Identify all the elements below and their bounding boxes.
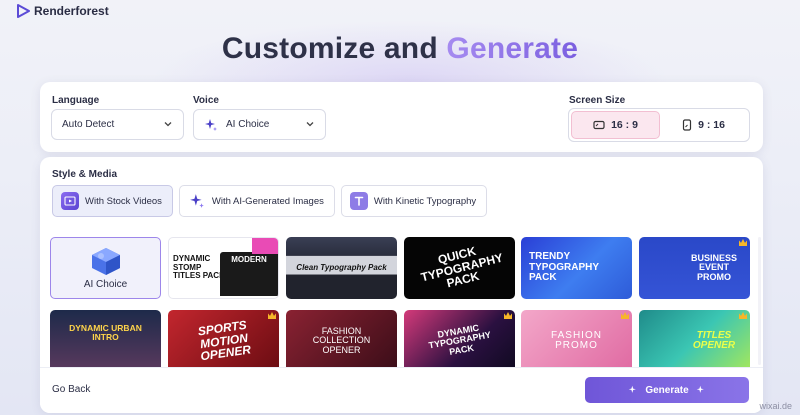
premium-crown-icon <box>621 312 629 319</box>
sparkle-icon <box>188 192 206 210</box>
template-business-event[interactable]: BUSINESS EVENT PROMO <box>639 237 750 299</box>
tab-stock-videos[interactable]: With Stock Videos <box>52 185 173 217</box>
template-titles-opener[interactable]: TITLES OPENER <box>639 310 750 372</box>
ai-choice-label: AI Choice <box>83 278 128 290</box>
premium-crown-icon <box>504 312 512 319</box>
chevron-down-icon <box>306 122 314 127</box>
footer-bar: Go Back Generate <box>40 367 763 413</box>
template-clean-typography[interactable]: Clean Typography Pack <box>286 237 397 299</box>
style-media-card: Style & Media With Stock Videos With AI-… <box>40 157 763 413</box>
template-trendy-typography[interactable]: TRENDY TYPOGRAPHY PACK <box>521 237 632 299</box>
premium-crown-icon <box>739 239 747 246</box>
tab-kinetic-typography-label: With Kinetic Typography <box>373 195 477 207</box>
title-part-1: Customize and <box>221 32 438 65</box>
size-9-16-button[interactable]: 9 : 16 <box>660 111 747 139</box>
tab-ai-generated-images[interactable]: With AI-Generated Images <box>178 185 335 217</box>
size-9-16-label: 9 : 16 <box>698 119 725 131</box>
template-title: BUSINESS EVENT PROMO <box>690 252 737 282</box>
screen-size-label: Screen Size <box>569 95 626 106</box>
template-scrollbar[interactable] <box>758 237 761 365</box>
settings-card: Language Auto Detect Voice AI Choice Scr… <box>40 82 763 152</box>
style-media-label: Style & Media <box>52 169 118 180</box>
premium-crown-icon <box>739 312 747 319</box>
template-title: Clean Typography Pack <box>296 262 387 272</box>
template-subtitle: MODERN <box>231 255 267 264</box>
watermark: wixai.de <box>759 401 792 411</box>
sparkle-icon <box>205 118 217 131</box>
brand-name: Renderforest <box>34 4 109 18</box>
go-back-link[interactable]: Go Back <box>52 384 90 395</box>
language-label: Language <box>52 95 100 106</box>
generate-label: Generate <box>645 384 689 396</box>
size-16-9-label: 16 : 9 <box>611 119 638 131</box>
template-title: QUICK TYPOGRAPHY PACK <box>418 244 504 291</box>
tab-kinetic-typography[interactable]: With Kinetic Typography <box>340 185 488 217</box>
tab-ai-generated-images-label: With AI-Generated Images <box>211 195 324 207</box>
voice-label: Voice <box>193 95 219 106</box>
template-sports-opener[interactable]: SPORTS MOTION OPENER <box>168 310 279 372</box>
title-part-2: Generate <box>446 32 579 65</box>
cube-icon <box>91 247 120 275</box>
template-title: TRENDY TYPOGRAPHY PACK <box>529 251 599 284</box>
portrait-icon <box>682 119 692 131</box>
template-title: FASHION PROMO <box>551 329 602 351</box>
template-fashion-collection[interactable]: FASHION COLLECTION OPENER <box>286 310 397 372</box>
template-dynamic-stomp[interactable]: DYNAMIC STOMP TITLES PACK MODERN <box>168 237 279 299</box>
template-dynamic-typography[interactable]: DYNAMIC TYPOGRAPHY PACK <box>404 310 515 372</box>
type-icon <box>349 192 368 210</box>
template-ai-choice[interactable]: AI Choice <box>50 237 161 299</box>
template-title: DYNAMIC TYPOGRAPHY PACK <box>427 322 492 357</box>
sparkle-icon <box>696 385 704 393</box>
tab-stock-videos-label: With Stock Videos <box>85 195 162 207</box>
chevron-down-icon <box>164 122 172 127</box>
template-dynamic-urban[interactable]: DYNAMIC URBAN INTRO <box>50 310 161 372</box>
template-title: DYNAMIC STOMP TITLES PACK <box>173 254 225 281</box>
brand-logo[interactable]: Renderforest <box>16 4 109 18</box>
template-title: DYNAMIC URBAN INTRO <box>69 323 142 342</box>
size-16-9-button[interactable]: 16 : 9 <box>571 111 660 139</box>
template-title: FASHION COLLECTION OPENER <box>312 325 371 355</box>
premium-crown-icon <box>268 312 276 319</box>
film-icon <box>61 192 79 210</box>
template-title: TITLES OPENER <box>692 329 736 351</box>
language-value: Auto Detect <box>62 119 115 130</box>
template-fashion-promo[interactable]: FASHION PROMO <box>521 310 632 372</box>
screen-size-toggle: 16 : 9 9 : 16 <box>568 108 750 142</box>
language-select[interactable]: Auto Detect <box>51 109 184 140</box>
landscape-icon <box>593 120 605 130</box>
generate-button[interactable]: Generate <box>585 377 749 403</box>
sparkle-icon <box>629 385 637 393</box>
template-quick-typography[interactable]: QUICK TYPOGRAPHY PACK <box>404 237 515 299</box>
voice-select[interactable]: AI Choice <box>193 109 326 140</box>
thumb-panel: MODERN <box>220 252 278 296</box>
page-title: Customize and Generate <box>0 32 800 66</box>
voice-value: AI Choice <box>226 119 270 130</box>
style-media-tabs: With Stock Videos With AI-Generated Imag… <box>52 185 488 217</box>
template-title: SPORTS MOTION OPENER <box>196 317 252 364</box>
play-triangle-icon <box>17 4 30 18</box>
thumb-accent <box>252 238 278 254</box>
